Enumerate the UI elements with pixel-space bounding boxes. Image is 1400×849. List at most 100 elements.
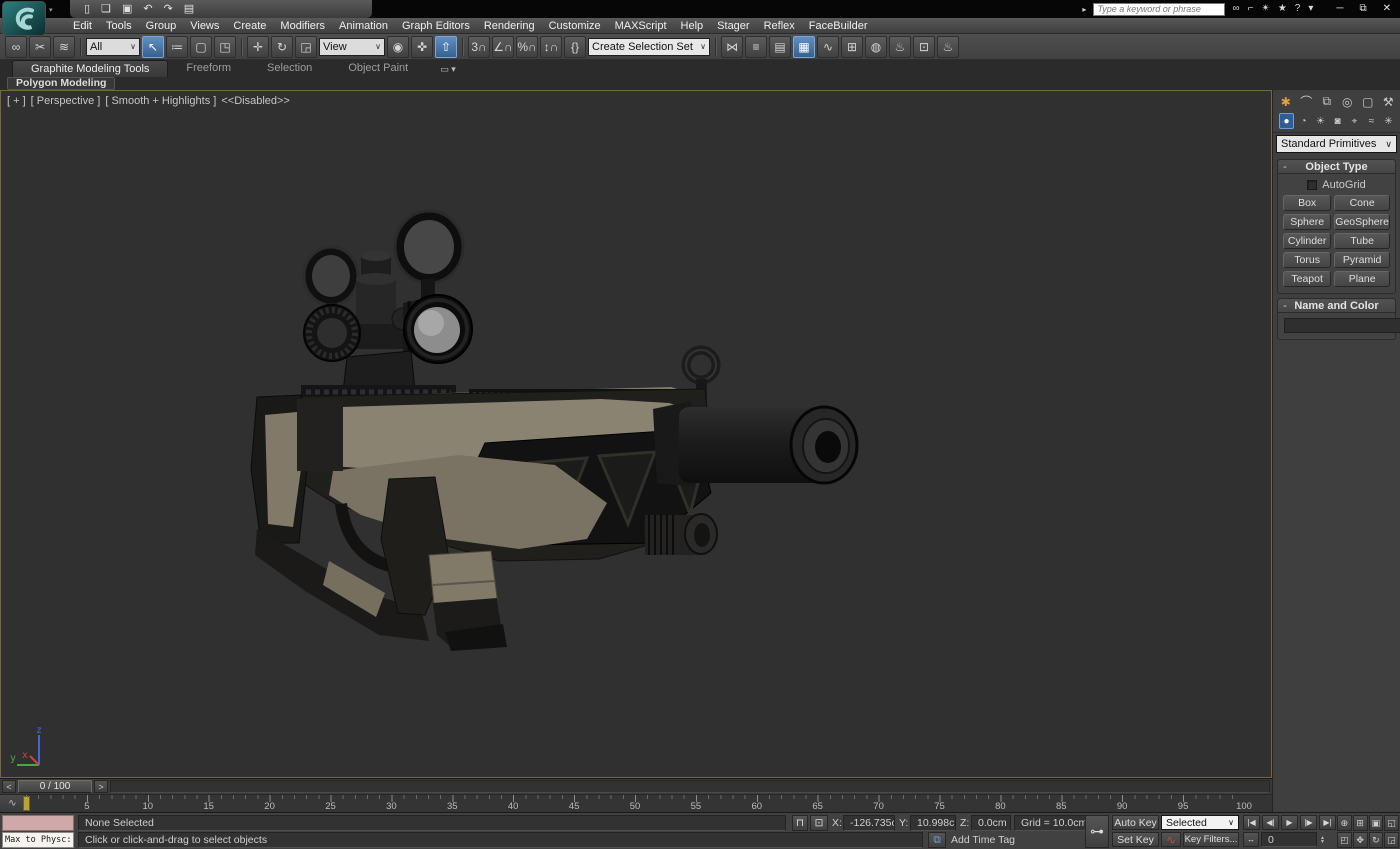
- name-color-rollout-header[interactable]: - Name and Color: [1278, 299, 1395, 313]
- set-keys-button[interactable]: ⊶: [1085, 815, 1109, 848]
- subtab-space-warps[interactable]: ≈: [1364, 113, 1379, 129]
- track-bar-ruler[interactable]: 0510152025303540455055606570758085909510…: [26, 795, 1244, 812]
- previous-frame-icon[interactable]: ◀|: [1262, 815, 1279, 830]
- primitive-button[interactable]: Sphere: [1283, 214, 1331, 230]
- rectangular-selection-region-icon[interactable]: ▢: [190, 36, 212, 58]
- menu-item[interactable]: Rendering: [477, 18, 542, 34]
- manage-layers-icon[interactable]: ▤: [769, 36, 791, 58]
- select-and-manipulate-icon[interactable]: ✜: [411, 36, 433, 58]
- zoom-extents-icon[interactable]: ▣: [1369, 815, 1384, 831]
- key-filters-button[interactable]: Key Filters...: [1183, 832, 1239, 847]
- viewport-disabled-label[interactable]: <<Disabled>>: [221, 95, 290, 107]
- menu-item[interactable]: MAXScript: [608, 18, 674, 34]
- selection-lock-icon[interactable]: ⊓: [792, 815, 808, 831]
- z-coordinate-field[interactable]: 0.0cm: [971, 815, 1011, 831]
- primitive-button[interactable]: Cylinder: [1283, 233, 1331, 249]
- save-file-icon[interactable]: ▣: [122, 4, 132, 15]
- viewport-menu-plus[interactable]: [ + ]: [7, 95, 26, 107]
- align-icon[interactable]: ≡: [745, 36, 767, 58]
- primitive-button[interactable]: Box: [1283, 195, 1331, 211]
- named-selection-sets-dropdown[interactable]: Create Selection Set∨: [588, 38, 710, 56]
- search-binoculars-icon[interactable]: ∞: [1232, 4, 1239, 14]
- mirror-icon[interactable]: ⋈: [721, 36, 743, 58]
- ribbon-display-toggle-icon[interactable]: ▭ ▾: [440, 61, 456, 77]
- maximize-viewport-icon[interactable]: ◲: [1384, 832, 1399, 848]
- object-name-field[interactable]: [1284, 318, 1400, 333]
- app-menu-arrow-icon[interactable]: ▾: [49, 6, 53, 14]
- close-button[interactable]: ✕: [1383, 4, 1391, 14]
- infocenter-arrow[interactable]: ▸: [1082, 5, 1086, 14]
- primitive-button[interactable]: Pyramid: [1334, 252, 1390, 268]
- key-set-dropdown[interactable]: Selected ∨: [1161, 815, 1239, 830]
- next-frame-slider-button[interactable]: >: [94, 780, 108, 793]
- communication-center-icon[interactable]: ✴: [1261, 4, 1269, 14]
- rendered-frame-window-icon[interactable]: ⊡: [913, 36, 935, 58]
- subtab-systems[interactable]: ✳: [1381, 113, 1396, 129]
- frame-spinner[interactable]: ▲▼: [1318, 832, 1325, 847]
- selection-filter-dropdown[interactable]: All∨: [86, 38, 140, 56]
- subtab-cameras[interactable]: ◙: [1330, 113, 1345, 129]
- help-dropdown-icon[interactable]: ▾: [1308, 4, 1313, 14]
- set-key-button[interactable]: Set Key: [1112, 832, 1159, 847]
- redo-icon[interactable]: ↷: [164, 4, 173, 15]
- polygon-modeling-panel-tab[interactable]: Polygon Modeling: [7, 77, 115, 90]
- primitive-button[interactable]: Tube: [1334, 233, 1390, 249]
- add-time-tag[interactable]: Add Time Tag: [951, 832, 1015, 848]
- 3ds-max-logo[interactable]: [2, 1, 46, 36]
- menu-item[interactable]: Modifiers: [273, 18, 332, 34]
- new-file-icon[interactable]: ▯: [84, 4, 90, 15]
- tab-modify[interactable]: ⌒: [1298, 93, 1316, 110]
- rifle-3d-model[interactable]: [1, 91, 1271, 777]
- zoom-extents-all-icon[interactable]: ◱: [1384, 815, 1399, 831]
- ribbon-tab[interactable]: Freeform: [168, 60, 249, 77]
- sign-in-key-icon[interactable]: ⌐: [1248, 4, 1254, 14]
- curve-editor-icon[interactable]: ∿: [817, 36, 839, 58]
- tab-create[interactable]: ✱: [1277, 93, 1295, 110]
- toggle-ribbon-icon[interactable]: ▦: [793, 36, 815, 58]
- previous-frame-slider-button[interactable]: <: [2, 780, 16, 793]
- restore-button[interactable]: ⧉: [1359, 4, 1366, 14]
- undo-icon[interactable]: ↶: [143, 4, 152, 15]
- bind-to-space-warp-icon[interactable]: ≋: [53, 36, 75, 58]
- menu-item[interactable]: Customize: [542, 18, 608, 34]
- unlink-selection-icon[interactable]: ✂: [29, 36, 51, 58]
- y-coordinate-field[interactable]: 10.998cm: [910, 815, 956, 831]
- render-production-icon[interactable]: ♨: [937, 36, 959, 58]
- tab-utilities[interactable]: ⚒: [1380, 93, 1398, 110]
- tab-display[interactable]: ▢: [1359, 93, 1377, 110]
- primitive-button[interactable]: Teapot: [1283, 271, 1331, 287]
- subtab-shapes[interactable]: ◔: [1296, 113, 1311, 129]
- menu-item[interactable]: Graph Editors: [395, 18, 477, 34]
- schematic-view-icon[interactable]: ⊞: [841, 36, 863, 58]
- primitive-button[interactable]: Cone: [1334, 195, 1390, 211]
- play-animation-icon[interactable]: ▶: [1281, 815, 1298, 830]
- menu-item[interactable]: Stager: [710, 18, 756, 34]
- ribbon-tab[interactable]: Object Paint: [330, 60, 426, 77]
- subtab-helpers[interactable]: ⌖: [1347, 113, 1362, 129]
- help-icon[interactable]: ?: [1295, 4, 1301, 14]
- window-crossing-icon[interactable]: ◳: [214, 36, 236, 58]
- zoom-region-icon[interactable]: ◰: [1337, 832, 1352, 848]
- reference-coordinate-dropdown[interactable]: View∨: [319, 38, 385, 56]
- favorites-star-icon[interactable]: ★: [1278, 4, 1287, 14]
- current-frame-field[interactable]: 0: [1261, 832, 1317, 847]
- go-to-start-icon[interactable]: |◀: [1243, 815, 1260, 830]
- zoom-icon[interactable]: ⊕: [1337, 815, 1352, 831]
- menu-item[interactable]: Help: [674, 18, 711, 34]
- select-by-name-icon[interactable]: ≔: [166, 36, 188, 58]
- maxscript-mini-listener[interactable]: Max to Physc:: [2, 832, 74, 848]
- select-object-icon[interactable]: ↖: [142, 36, 164, 58]
- autogrid-checkbox[interactable]: [1307, 180, 1317, 190]
- next-frame-icon[interactable]: |▶: [1300, 815, 1317, 830]
- ribbon-tab[interactable]: Graphite Modeling Tools: [12, 60, 168, 77]
- menu-item[interactable]: Create: [226, 18, 273, 34]
- angle-snap-icon[interactable]: ∠∩: [492, 36, 514, 58]
- auto-key-button[interactable]: Auto Key: [1112, 815, 1159, 830]
- select-and-rotate-icon[interactable]: ↻: [271, 36, 293, 58]
- time-slider-track[interactable]: [110, 780, 1270, 793]
- use-pivot-point-center-icon[interactable]: ◉: [387, 36, 409, 58]
- percent-snap-icon[interactable]: %∩: [516, 36, 538, 58]
- primitive-category-dropdown[interactable]: Standard Primitives ∨: [1276, 135, 1397, 153]
- subtab-lights[interactable]: ☀: [1313, 113, 1328, 129]
- primitive-button[interactable]: GeoSphere: [1334, 214, 1390, 230]
